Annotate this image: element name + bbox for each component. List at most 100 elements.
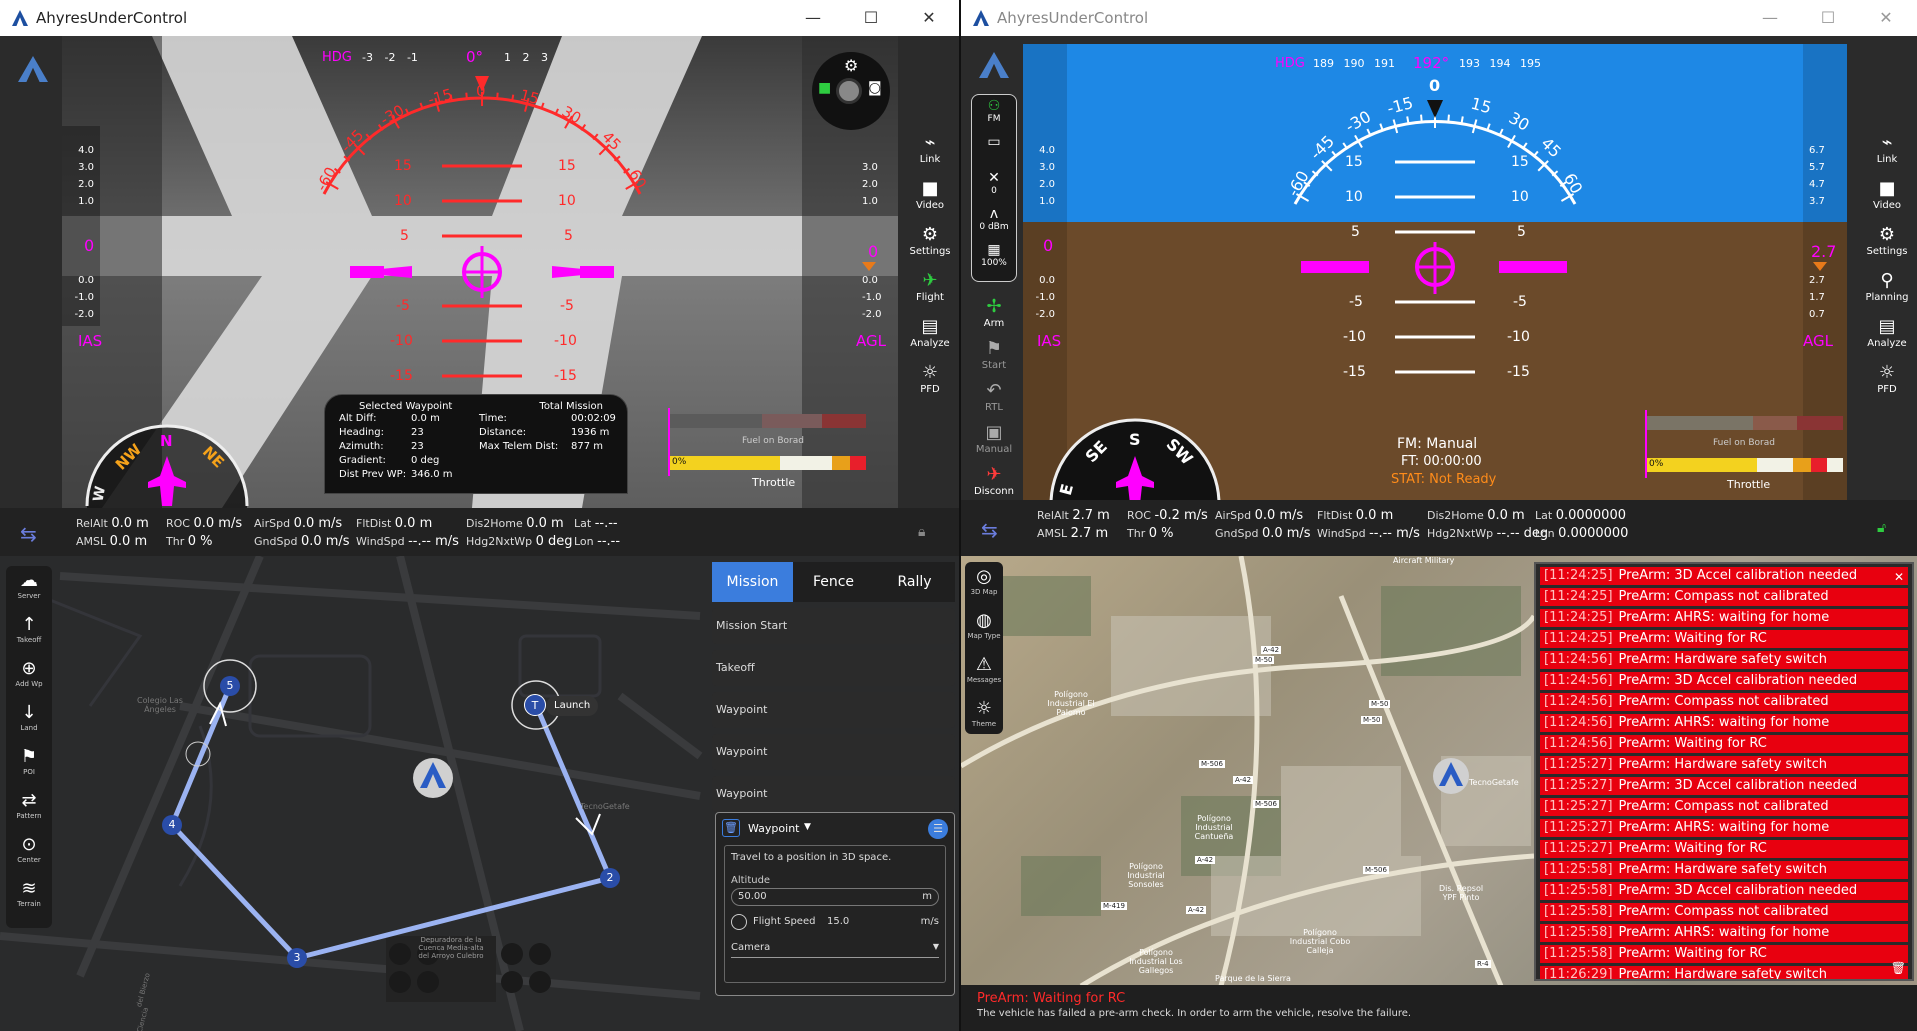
altitude-value[interactable]: 50.00 bbox=[738, 891, 767, 902]
trash-icon[interactable]: 🗑︎ bbox=[1891, 961, 1906, 975]
rtl-button[interactable]: ↶ RTL bbox=[971, 380, 1017, 422]
maximize-button[interactable]: ☐ bbox=[842, 0, 900, 36]
pitch-label: 5 bbox=[1351, 224, 1360, 240]
tab-rally[interactable]: Rally bbox=[874, 562, 955, 602]
telemetry-item: Dis2Home 0.0 m bbox=[1427, 508, 1525, 523]
map-label: Dis. Repsol YPF Pinto bbox=[1438, 884, 1484, 902]
waypoint-marker[interactable]: 4 bbox=[162, 815, 182, 835]
theme-button[interactable]: ☼ Theme bbox=[965, 694, 1003, 738]
heading-label: HDG bbox=[1275, 56, 1305, 71]
chevron-down-icon[interactable]: ▼ bbox=[804, 822, 811, 832]
mission-item[interactable]: Waypoint bbox=[712, 692, 955, 728]
waypoint-marker[interactable]: 2 bbox=[600, 868, 620, 888]
shutter-button[interactable] bbox=[836, 78, 862, 104]
analyze-menu-button[interactable]: ▤ Analyze bbox=[1857, 316, 1917, 354]
arm-button[interactable]: ✢ Arm bbox=[971, 296, 1017, 338]
camera-control[interactable]: ⚙ ■ ◙ bbox=[812, 52, 890, 130]
terrain-button[interactable]: ≋ Terrain bbox=[6, 874, 52, 918]
map-tool-label: Center bbox=[17, 856, 41, 864]
flight-menu-button[interactable]: ✈ Flight bbox=[900, 270, 959, 308]
server-button[interactable]: ☁ Server bbox=[6, 566, 52, 610]
close-icon[interactable]: ✕ bbox=[1894, 570, 1904, 584]
swap-view-icon[interactable]: ⇆ bbox=[20, 522, 37, 546]
add-wp-button[interactable]: ⊕ Add Wp bbox=[6, 654, 52, 698]
status-icon: ✕ bbox=[988, 170, 1000, 186]
map-type-button[interactable]: ◍ Map Type bbox=[965, 606, 1003, 650]
message-row: [11:25:58] PreArm: Compass not calibrated bbox=[1540, 903, 1908, 921]
settings-menu-button[interactable]: ⚙ Settings bbox=[900, 224, 959, 262]
throttle-label: Throttle bbox=[1727, 478, 1771, 491]
flight-speed-checkbox[interactable] bbox=[731, 914, 747, 930]
link-menu-button[interactable]: ⌁ Link bbox=[1857, 132, 1917, 170]
poi-button[interactable]: ⚑ POI bbox=[6, 742, 52, 786]
title-bar: AhyresUnderControl — ☐ ✕ bbox=[0, 0, 959, 36]
lock-icon[interactable]: 🔓︎ bbox=[1877, 520, 1886, 536]
satellite-map[interactable]: M-50 M-50 M-50 A-42 A-42 A-42 A-42 M-506… bbox=[961, 556, 1917, 1031]
center-button[interactable]: ⊙ Center bbox=[6, 830, 52, 874]
pfd-menu-button[interactable]: ☼ PFD bbox=[900, 362, 959, 400]
lock-icon[interactable]: 🔒︎ bbox=[918, 524, 925, 540]
messages-button[interactable]: ⚠ Messages bbox=[965, 650, 1003, 694]
camera-settings-icon[interactable]: ⚙ bbox=[844, 56, 858, 75]
start-button[interactable]: ⚑ Start bbox=[971, 338, 1017, 380]
chevron-down-icon[interactable]: ▼ bbox=[933, 942, 939, 951]
mission-item[interactable]: Waypoint bbox=[712, 734, 955, 770]
pattern-button[interactable]: ⇄ Pattern bbox=[6, 786, 52, 830]
telemetry-key: WindSpd bbox=[1317, 527, 1366, 540]
delete-icon[interactable]: 🗑︎ bbox=[722, 819, 740, 837]
telemetry-key: Hdg2NxtWp bbox=[466, 535, 533, 548]
throttle-percent: 0% bbox=[1649, 459, 1664, 469]
flight-speed-value[interactable]: 15.0 bbox=[827, 916, 849, 927]
settings-menu-button[interactable]: ⚙ Settings bbox=[1857, 224, 1917, 262]
mission-item[interactable]: Takeoff bbox=[712, 650, 955, 686]
message-row: [11:24:25] PreArm: 3D Accel calibration n… bbox=[1540, 567, 1908, 585]
maximize-button[interactable]: ☐ bbox=[1799, 0, 1857, 36]
altitude-field[interactable]: 50.00 m bbox=[731, 888, 939, 906]
mission-item[interactable]: Mission Start bbox=[712, 608, 955, 644]
map-3d-icon: ◎ bbox=[976, 566, 992, 587]
pitch-label: -15 bbox=[1507, 364, 1530, 380]
video-menu-button[interactable]: ■ Video bbox=[1857, 178, 1917, 216]
link-menu-button[interactable]: ⌁ Link bbox=[900, 132, 959, 170]
menu-icon[interactable]: ☰ bbox=[928, 819, 948, 839]
mission-map[interactable]: T Launch 2 3 4 5 Colegio Las Ángeles Tec… bbox=[0, 556, 959, 1031]
telemetry-item: Lat --.-- bbox=[574, 516, 618, 531]
3d-map-button[interactable]: ◎ 3D Map bbox=[965, 562, 1003, 606]
close-button[interactable]: ✕ bbox=[1857, 0, 1915, 36]
close-button[interactable]: ✕ bbox=[900, 0, 958, 36]
telemetry-key: RelAlt bbox=[76, 517, 108, 530]
takeoff-button[interactable]: ↑ Takeoff bbox=[6, 610, 52, 654]
selected-waypoint-title: Selected Waypoint bbox=[359, 401, 453, 412]
minimize-button[interactable]: — bbox=[784, 0, 842, 36]
telemetry-item: RelAlt 2.7 m bbox=[1037, 508, 1110, 523]
analyze-menu-button[interactable]: ▤ Analyze bbox=[900, 316, 959, 354]
server-icon: ☁ bbox=[20, 570, 38, 591]
planning-menu-button[interactable]: ⚲ Planning bbox=[1857, 270, 1917, 308]
swap-view-icon[interactable]: ⇆ bbox=[981, 518, 998, 542]
camera-section[interactable]: Camera ▼ bbox=[731, 938, 939, 958]
message-text: PreArm: Waiting for RC bbox=[1618, 946, 1767, 961]
tab-mission[interactable]: Mission bbox=[712, 562, 793, 602]
window-title: AhyresUnderControl bbox=[36, 9, 188, 27]
message-row: [11:24:56] PreArm: Waiting for RC bbox=[1540, 735, 1908, 753]
video-record-icon[interactable]: ■ bbox=[818, 80, 831, 96]
telemetry-key: GndSpd bbox=[254, 535, 298, 548]
message-row: [11:25:58] PreArm: 3D Accel calibration n… bbox=[1540, 882, 1908, 900]
map-label: TecnoGetafe bbox=[580, 802, 630, 811]
manual-button[interactable]: ▣ Manual bbox=[971, 422, 1017, 464]
waypoint-marker[interactable]: T bbox=[524, 694, 546, 716]
minimize-button[interactable]: — bbox=[1741, 0, 1799, 36]
video-menu-button[interactable]: ■ Video bbox=[900, 178, 959, 216]
road-label: M-506 bbox=[1199, 760, 1225, 768]
waypoint-marker[interactable]: 3 bbox=[287, 948, 307, 968]
mission-item[interactable]: Waypoint bbox=[712, 776, 955, 812]
message-timestamp: [11:25:58] bbox=[1544, 883, 1613, 898]
pfd-menu-button[interactable]: ☼ PFD bbox=[1857, 362, 1917, 400]
telemetry-item: WindSpd --.-- m/s bbox=[356, 534, 459, 549]
waypoint-type-select[interactable]: Waypoint bbox=[748, 822, 799, 835]
telemetry-key: ROC bbox=[166, 517, 190, 530]
photo-icon[interactable]: ◙ bbox=[868, 80, 882, 96]
tab-fence[interactable]: Fence bbox=[793, 562, 874, 602]
waypoint-marker[interactable]: 5 bbox=[220, 676, 240, 696]
land-button[interactable]: ↓ Land bbox=[6, 698, 52, 742]
